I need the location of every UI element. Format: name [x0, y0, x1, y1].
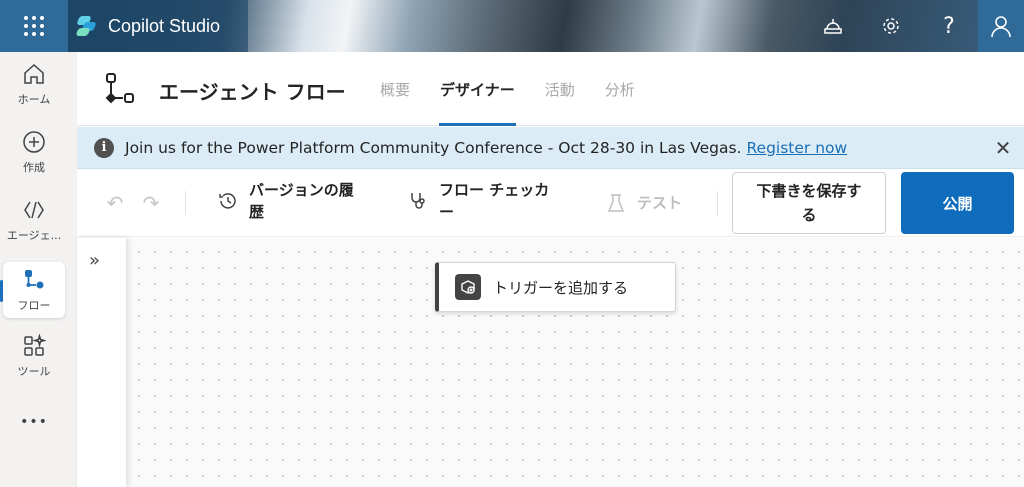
settings-button[interactable]	[862, 0, 920, 52]
publish-button[interactable]: 公開	[901, 172, 1014, 234]
environment-button[interactable]	[804, 0, 862, 52]
tab-label: 分析	[604, 80, 635, 99]
app-title: Copilot Studio	[108, 15, 221, 36]
rail-item-tools[interactable]: ツール	[3, 328, 65, 384]
undo-icon[interactable]: ↶	[103, 191, 127, 215]
rail-item-label: エージェ...	[6, 229, 62, 242]
rail-item-label: フロー	[17, 299, 51, 312]
redo-icon[interactable]: ↷	[139, 191, 163, 215]
page-header: エージェント フロー 概要 デザイナー 活動 分析	[77, 52, 1024, 126]
stethoscope-icon	[407, 190, 429, 212]
profile-button[interactable]	[978, 0, 1024, 52]
test-label: テスト	[637, 194, 683, 212]
left-nav-rail: ホーム 作成 エージェ... フロー ツール •••	[0, 52, 68, 487]
main-panel: エージェント フロー 概要 デザイナー 活動 分析 i Join us for …	[77, 52, 1024, 487]
add-trigger-card[interactable]: トリガーを追加する	[435, 262, 676, 312]
rail-item-label: ホーム	[17, 93, 51, 106]
rail-item-label: ツール	[17, 365, 51, 378]
rail-item-agents[interactable]: エージェ...	[3, 192, 65, 248]
collapsed-side-panel: »	[77, 238, 126, 487]
rail-item-label: 作成	[23, 161, 45, 174]
expand-panel-icon[interactable]: »	[89, 250, 100, 271]
copilot-studio-logo-icon	[75, 15, 98, 37]
gear-icon	[883, 18, 899, 34]
home-icon	[21, 61, 47, 87]
rail-item-create[interactable]: 作成	[3, 124, 65, 180]
trigger-icon	[455, 274, 481, 300]
agent-flow-icon	[105, 73, 134, 104]
tab-activity[interactable]: 活動	[536, 52, 584, 126]
toolbar-divider	[185, 191, 186, 215]
notice-bar: i Join us for the Power Platform Communi…	[77, 127, 1024, 169]
tab-analytics[interactable]: 分析	[596, 52, 644, 126]
plus-circle-icon	[21, 129, 47, 155]
more-icon: •••	[20, 414, 48, 430]
save-draft-button[interactable]: 下書きを保存す る	[732, 172, 886, 234]
app-launcher-button[interactable]	[0, 0, 68, 52]
top-header: Copilot Studio ?	[0, 0, 1024, 52]
flow-checker-button[interactable]: フロー チェッカ ー	[407, 179, 549, 223]
page-title: エージェント フロー	[159, 80, 346, 104]
toolbar-divider	[717, 191, 718, 215]
rail-item-home[interactable]: ホーム	[3, 56, 65, 112]
rail-more-button[interactable]: •••	[3, 394, 65, 450]
register-now-link[interactable]: Register now	[746, 139, 847, 157]
rail-item-flows[interactable]: フロー	[3, 262, 65, 318]
flow-checker-label: フロー チェッカ ー	[439, 181, 550, 221]
waffle-icon	[24, 16, 44, 36]
tab-overview[interactable]: 概要	[371, 52, 419, 126]
page-tabs: 概要 デザイナー 活動 分析	[371, 52, 656, 126]
designer-toolbar: ↶ ↷ バージョンの履 歴 フロー チェッカ ー テスト 下書きを保存す る 公…	[77, 169, 1024, 237]
code-icon	[21, 197, 47, 223]
history-icon	[217, 190, 239, 212]
beaker-icon	[605, 192, 627, 214]
version-history-label: バージョンの履 歴	[249, 181, 354, 221]
tab-label: 活動	[544, 80, 575, 99]
brand[interactable]: Copilot Studio	[68, 0, 248, 52]
person-icon	[991, 16, 1011, 38]
help-icon: ?	[943, 13, 955, 39]
tab-label: 概要	[380, 80, 411, 99]
info-icon: i	[94, 137, 114, 158]
close-icon[interactable]: ✕	[992, 136, 1014, 160]
flow-icon	[21, 267, 47, 293]
tab-label: デザイナー	[440, 80, 515, 99]
add-trigger-label: トリガーを追加する	[493, 278, 629, 297]
tab-designer[interactable]: デザイナー	[431, 52, 524, 126]
version-history-button[interactable]: バージョンの履 歴	[217, 179, 354, 223]
test-button[interactable]: テスト	[605, 192, 682, 214]
cloud-environment-icon	[824, 19, 842, 34]
help-button[interactable]: ?	[920, 0, 978, 52]
tools-icon	[21, 333, 47, 359]
notice-message: Join us for the Power Platform Community…	[125, 138, 742, 157]
